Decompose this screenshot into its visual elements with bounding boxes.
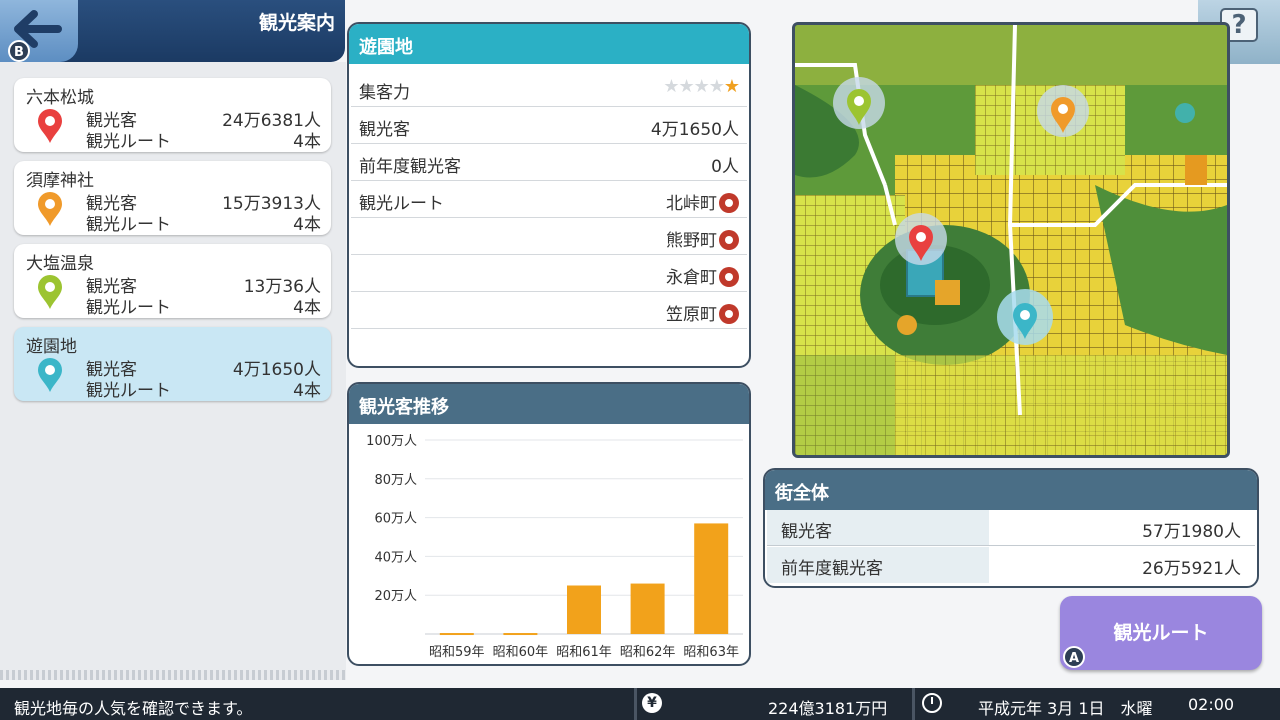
routes-value: 4本 (293, 298, 321, 318)
funds-value: 224億3181万円 (768, 699, 888, 718)
visitors-value: 4万1650人 (650, 120, 739, 140)
help-message: 観光地毎の人気を確認できます。 (14, 699, 253, 718)
sidebar-item-oshio-onsen[interactable]: 大塩温泉 観光客 13万36人 観光ルート 4本 (14, 244, 331, 318)
status-divider (634, 688, 637, 720)
map-pin-icon (38, 192, 62, 226)
map-pin-icon (38, 109, 62, 143)
tourism-route-button[interactable]: 観光ルート (1060, 596, 1262, 670)
route-marker-icon (719, 230, 739, 250)
route-marker-icon (719, 304, 739, 324)
map-pin-icon (38, 275, 62, 309)
map-pin-icon (38, 358, 62, 392)
spot-name: 須摩神社 (26, 171, 94, 191)
a-button-badge: A (1063, 646, 1085, 668)
spot-detail-panel: 遊園地 集客力 ★★★★★ 観光客 4万1650人 前年度観光客 0人 観光ルー… (347, 22, 751, 368)
x-tick-label: 昭和60年 (493, 645, 549, 660)
date-value: 平成元年 3月 1日 水曜 (978, 699, 1153, 718)
spot-detail-title: 遊園地 (349, 24, 749, 64)
routes-value: 4本 (293, 381, 321, 401)
routes-label: 観光ルート (86, 132, 171, 152)
routes-value: 4本 (293, 215, 321, 235)
y-tick-label: 20万人 (374, 589, 417, 604)
sidebar-item-suma-shrine[interactable]: 須摩神社 観光客 15万3913人 観光ルート 4本 (14, 161, 331, 235)
spot-name: 遊園地 (26, 337, 77, 357)
spot-name: 大塩温泉 (26, 254, 94, 274)
route-row[interactable]: 永倉町 (351, 255, 747, 292)
city-last-year-row: 前年度観光客 26万5921人 (767, 547, 1255, 583)
b-button-badge: B (8, 40, 30, 62)
chart-bar (694, 523, 729, 634)
routes-label: 観光ルート (86, 381, 171, 401)
chart-bar (630, 583, 665, 634)
route-marker-icon (719, 267, 739, 287)
sidebar-divider (0, 670, 346, 680)
header-bar: B 観光案内 (0, 0, 345, 62)
city-last-year-label: 前年度観光客 (767, 547, 989, 583)
visitor-trend-chart: 100万人 80万人 60万人 40万人 20万人昭和59年 昭和60年 昭和61年 昭和62… (366, 434, 743, 660)
x-tick-label: 昭和61年 (556, 645, 612, 660)
attraction-label: 集客力 (359, 83, 410, 103)
yen-icon: ¥ (642, 693, 662, 713)
city-visitors-value: 57万1980人 (1142, 522, 1241, 542)
sidebar: 六本松城 観光客 24万6381人 観光ルート 4本 須摩神社 観光客 15万3… (0, 62, 346, 680)
route-row[interactable]: 観光ルート 北峠町 (351, 181, 747, 218)
y-tick-label: 60万人 (374, 512, 417, 527)
chart-title: 観光客推移 (349, 384, 749, 424)
route-marker-icon (719, 193, 739, 213)
visitors-row: 観光客 4万1650人 (351, 107, 747, 144)
city-map-image (795, 25, 1227, 455)
onsen-map-marker[interactable] (833, 77, 885, 129)
city-visitors-label: 観光客 (767, 510, 989, 545)
spot-name: 六本松城 (26, 88, 94, 108)
x-tick-label: 昭和63年 (683, 645, 739, 660)
last-year-row: 前年度観光客 0人 (351, 144, 747, 181)
city-total-panel: 街全体 観光客 57万1980人 前年度観光客 26万5921人 (763, 468, 1259, 588)
star-rating-icon: ★★★★★ (663, 76, 740, 97)
route-town: 笠原町 (666, 305, 717, 325)
routes-label: 観光ルート (359, 194, 444, 214)
sidebar-item-rokuhonmatsu-castle[interactable]: 六本松城 観光客 24万6381人 観光ルート 4本 (14, 78, 331, 152)
route-row[interactable]: 笠原町 (351, 292, 747, 329)
attraction-row: 集客力 ★★★★★ (351, 70, 747, 107)
routes-label: 観光ルート (86, 298, 171, 318)
x-tick-label: 昭和59年 (429, 645, 485, 660)
last-year-value: 0人 (711, 157, 739, 177)
chart-bar (439, 633, 474, 636)
status-divider (912, 688, 915, 720)
visitor-trend-panel: 観光客推移 100万人 80万人 60万人 40万人 20万人 昭和59年 昭和60年 昭和6… (347, 382, 751, 666)
shrine-map-marker[interactable] (1037, 85, 1089, 137)
chart-bar (503, 633, 538, 636)
x-tick-label: 昭和62年 (620, 645, 676, 660)
city-visitors-row: 観光客 57万1980人 (767, 510, 1255, 546)
amusement-park-map-marker[interactable] (997, 289, 1053, 345)
clock-icon (922, 693, 942, 713)
time-value: 02:00 (1188, 695, 1235, 714)
y-tick-label: 80万人 (374, 473, 417, 488)
status-bar: 観光地毎の人気を確認できます。 ¥ 224億3181万円 平成元年 3月 1日 … (0, 688, 1280, 720)
y-tick-label: 40万人 (374, 550, 417, 565)
city-total-title: 街全体 (765, 470, 1257, 510)
city-last-year-value: 26万5921人 (1142, 559, 1241, 579)
route-row[interactable]: 熊野町 (351, 218, 747, 255)
visitors-label: 観光客 (359, 120, 410, 140)
route-town: 北峠町 (666, 194, 717, 214)
page-title: 観光案内 (258, 12, 335, 34)
castle-map-marker[interactable] (895, 213, 947, 265)
routes-value: 4本 (293, 132, 321, 152)
sidebar-item-amusement-park[interactable]: 遊園地 観光客 4万1650人 観光ルート 4本 (14, 327, 331, 401)
city-map[interactable] (792, 22, 1230, 458)
route-town: 熊野町 (666, 231, 717, 251)
last-year-label: 前年度観光客 (359, 157, 461, 177)
route-town: 永倉町 (666, 268, 717, 288)
y-tick-label: 100万人 (366, 434, 417, 449)
routes-label: 観光ルート (86, 215, 171, 235)
chart-bar (567, 585, 601, 634)
